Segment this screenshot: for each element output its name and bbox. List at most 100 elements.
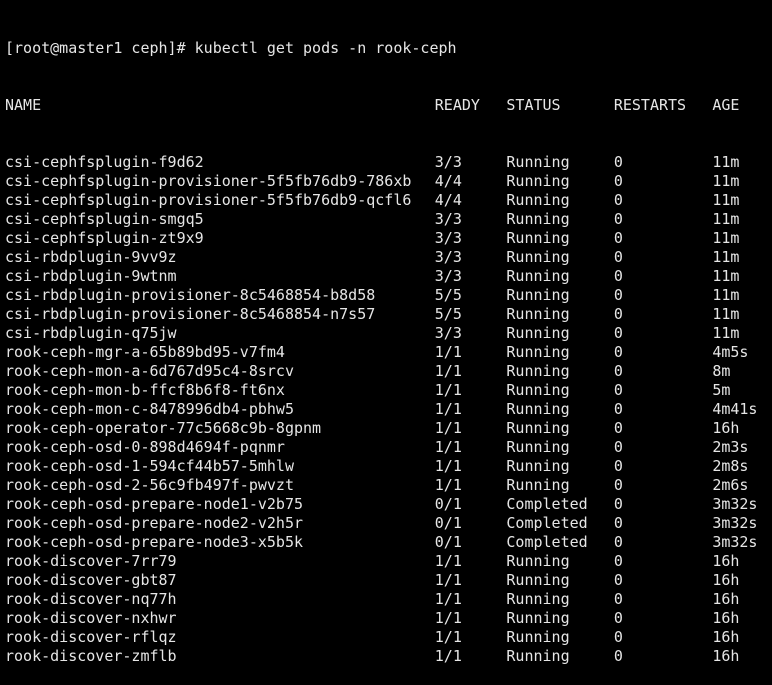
pod-age: 16h <box>712 590 740 608</box>
pod-ready: 3/3 <box>434 324 462 342</box>
pod-name: rook-ceph-mon-b-ffcf8b6f8-ft6nx <box>5 381 285 399</box>
pod-age: 16h <box>712 571 740 589</box>
command-prompt-line: [root@master1 ceph]# kubectl get pods -n… <box>5 39 772 58</box>
pod-status: Running <box>506 248 570 266</box>
pod-ready: 1/1 <box>434 647 462 665</box>
table-row: rook-ceph-osd-prepare-node2-v2h5r 0/1 Comp… <box>5 514 772 533</box>
table-row: rook-discover-7rr79 1/1 Running 0 16h <box>5 552 772 571</box>
pod-restarts: 0 <box>613 400 623 418</box>
table-row: rook-ceph-mon-c-8478996db4-pbhw5 1/1 Runni… <box>5 400 772 419</box>
pod-restarts: 0 <box>613 438 623 456</box>
table-row: rook-discover-rflqz 1/1 Running 0 16h <box>5 628 772 647</box>
pod-age: 11m <box>712 248 740 266</box>
pod-age: 2m8s <box>712 457 749 475</box>
pod-status: Running <box>506 438 570 456</box>
table-row: rook-ceph-osd-2-56c9fb497f-pwvzt 1/1 Runni… <box>5 476 772 495</box>
pod-age: 3m32s <box>712 495 758 513</box>
table-row: csi-cephfsplugin-provisioner-5f5fb76db9-… <box>5 191 772 210</box>
pod-restarts: 0 <box>613 153 623 171</box>
table-row: rook-ceph-osd-prepare-node1-v2b75 0/1 Comp… <box>5 495 772 514</box>
pod-age: 16h <box>712 609 740 627</box>
table-row: rook-discover-zmflb 1/1 Running 0 16h <box>5 647 772 666</box>
header-age: AGE <box>712 96 740 114</box>
table-row: csi-rbdplugin-9wtnm 3/3 Running 0 11m <box>5 267 772 286</box>
pod-restarts: 0 <box>613 495 623 513</box>
pod-name: rook-discover-nxhwr <box>5 609 177 627</box>
pod-ready: 1/1 <box>434 400 462 418</box>
pod-ready: 1/1 <box>434 381 462 399</box>
pod-ready: 4/4 <box>434 172 462 190</box>
pod-status: Running <box>506 362 570 380</box>
pod-restarts: 0 <box>613 552 623 570</box>
pod-restarts: 0 <box>613 514 623 532</box>
pod-name: rook-ceph-osd-prepare-node3-x5b5k <box>5 533 304 551</box>
command-prompt: [root@master1 ceph]# kubectl get pods -n… <box>5 39 457 57</box>
pod-ready: 1/1 <box>434 628 462 646</box>
table-row: csi-cephfsplugin-provisioner-5f5fb76db9-… <box>5 172 772 191</box>
pod-restarts: 0 <box>613 267 623 285</box>
pod-status: Completed <box>506 514 588 532</box>
pod-name: csi-rbdplugin-9wtnm <box>5 267 177 285</box>
pod-name: rook-discover-gbt87 <box>5 571 177 589</box>
table-row: rook-ceph-mon-b-ffcf8b6f8-ft6nx 1/1 Runnin… <box>5 381 772 400</box>
pod-age: 11m <box>712 305 740 323</box>
table-row: rook-ceph-osd-0-898d4694f-pqnmr 1/1 Runnin… <box>5 438 772 457</box>
pod-name: csi-rbdplugin-provisioner-8c5468854-b8d5… <box>5 286 376 304</box>
pod-restarts: 0 <box>613 191 623 209</box>
pod-status: Completed <box>506 495 588 513</box>
pod-status: Running <box>506 229 570 247</box>
pod-name: csi-cephfsplugin-provisioner-5f5fb76db9-… <box>5 172 412 190</box>
pod-age: 16h <box>712 552 740 570</box>
pod-restarts: 0 <box>613 476 623 494</box>
table-row: csi-rbdplugin-provisioner-8c5468854-b8d5… <box>5 286 772 305</box>
pod-age: 11m <box>712 153 740 171</box>
header-restarts: RESTARTS <box>613 96 687 114</box>
table-row: csi-cephfsplugin-smgq5 3/3 Running 0 11m <box>5 210 772 229</box>
table-row: csi-rbdplugin-9vv9z 3/3 Running 0 11m <box>5 248 772 267</box>
pod-status: Running <box>506 172 570 190</box>
pod-ready: 5/5 <box>434 286 462 304</box>
pod-restarts: 0 <box>613 381 623 399</box>
pod-status: Running <box>506 343 570 361</box>
pod-restarts: 0 <box>613 590 623 608</box>
pod-ready: 3/3 <box>434 248 462 266</box>
pod-status: Running <box>506 381 570 399</box>
pod-ready: 1/1 <box>434 343 462 361</box>
pod-name: rook-ceph-mon-a-6d767d95c4-8srcv <box>5 362 294 380</box>
pod-name: rook-ceph-osd-prepare-node2-v2h5r <box>5 514 304 532</box>
header-ready: READY <box>434 96 480 114</box>
pod-ready: 1/1 <box>434 419 462 437</box>
table-row: rook-ceph-operator-77c5668c9b-8gpnm 1/1 Ru… <box>5 419 772 438</box>
pod-age: 4m41s <box>712 400 758 418</box>
table-row: rook-discover-nq77h 1/1 Running 0 16h <box>5 590 772 609</box>
pod-status: Completed <box>506 533 588 551</box>
pod-status: Running <box>506 210 570 228</box>
pod-status: Running <box>506 552 570 570</box>
pod-name: csi-cephfsplugin-smgq5 <box>5 210 204 228</box>
pod-restarts: 0 <box>613 647 623 665</box>
pod-name: rook-discover-rflqz <box>5 628 177 646</box>
pod-age: 16h <box>712 628 740 646</box>
pod-name: csi-cephfsplugin-zt9x9 <box>5 229 204 247</box>
table-row: csi-cephfsplugin-f9d62 3/3 Running 0 11m <box>5 153 772 172</box>
table-row: csi-rbdplugin-q75jw 3/3 Running 0 11m <box>5 324 772 343</box>
pod-status: Running <box>506 324 570 342</box>
pod-age: 11m <box>712 267 740 285</box>
pod-age: 2m6s <box>712 476 749 494</box>
pod-age: 16h <box>712 419 740 437</box>
pod-restarts: 0 <box>613 609 623 627</box>
pod-status: Running <box>506 191 570 209</box>
table-row: rook-discover-gbt87 1/1 Running 0 16h <box>5 571 772 590</box>
pod-age: 11m <box>712 286 740 304</box>
pod-ready: 1/1 <box>434 438 462 456</box>
pod-age: 4m5s <box>712 343 749 361</box>
terminal-window[interactable]: [root@master1 ceph]# kubectl get pods -n… <box>0 0 772 665</box>
pod-restarts: 0 <box>613 210 623 228</box>
pod-name: rook-ceph-osd-2-56c9fb497f-pwvzt <box>5 476 294 494</box>
table-row: csi-rbdplugin-provisioner-8c5468854-n7s5… <box>5 305 772 324</box>
pod-status: Running <box>506 628 570 646</box>
pod-restarts: 0 <box>613 362 623 380</box>
table-header: NAME READY STATUS RESTARTS AGE <box>5 96 772 115</box>
pod-status: Running <box>506 153 570 171</box>
header-name: NAME <box>5 96 42 114</box>
